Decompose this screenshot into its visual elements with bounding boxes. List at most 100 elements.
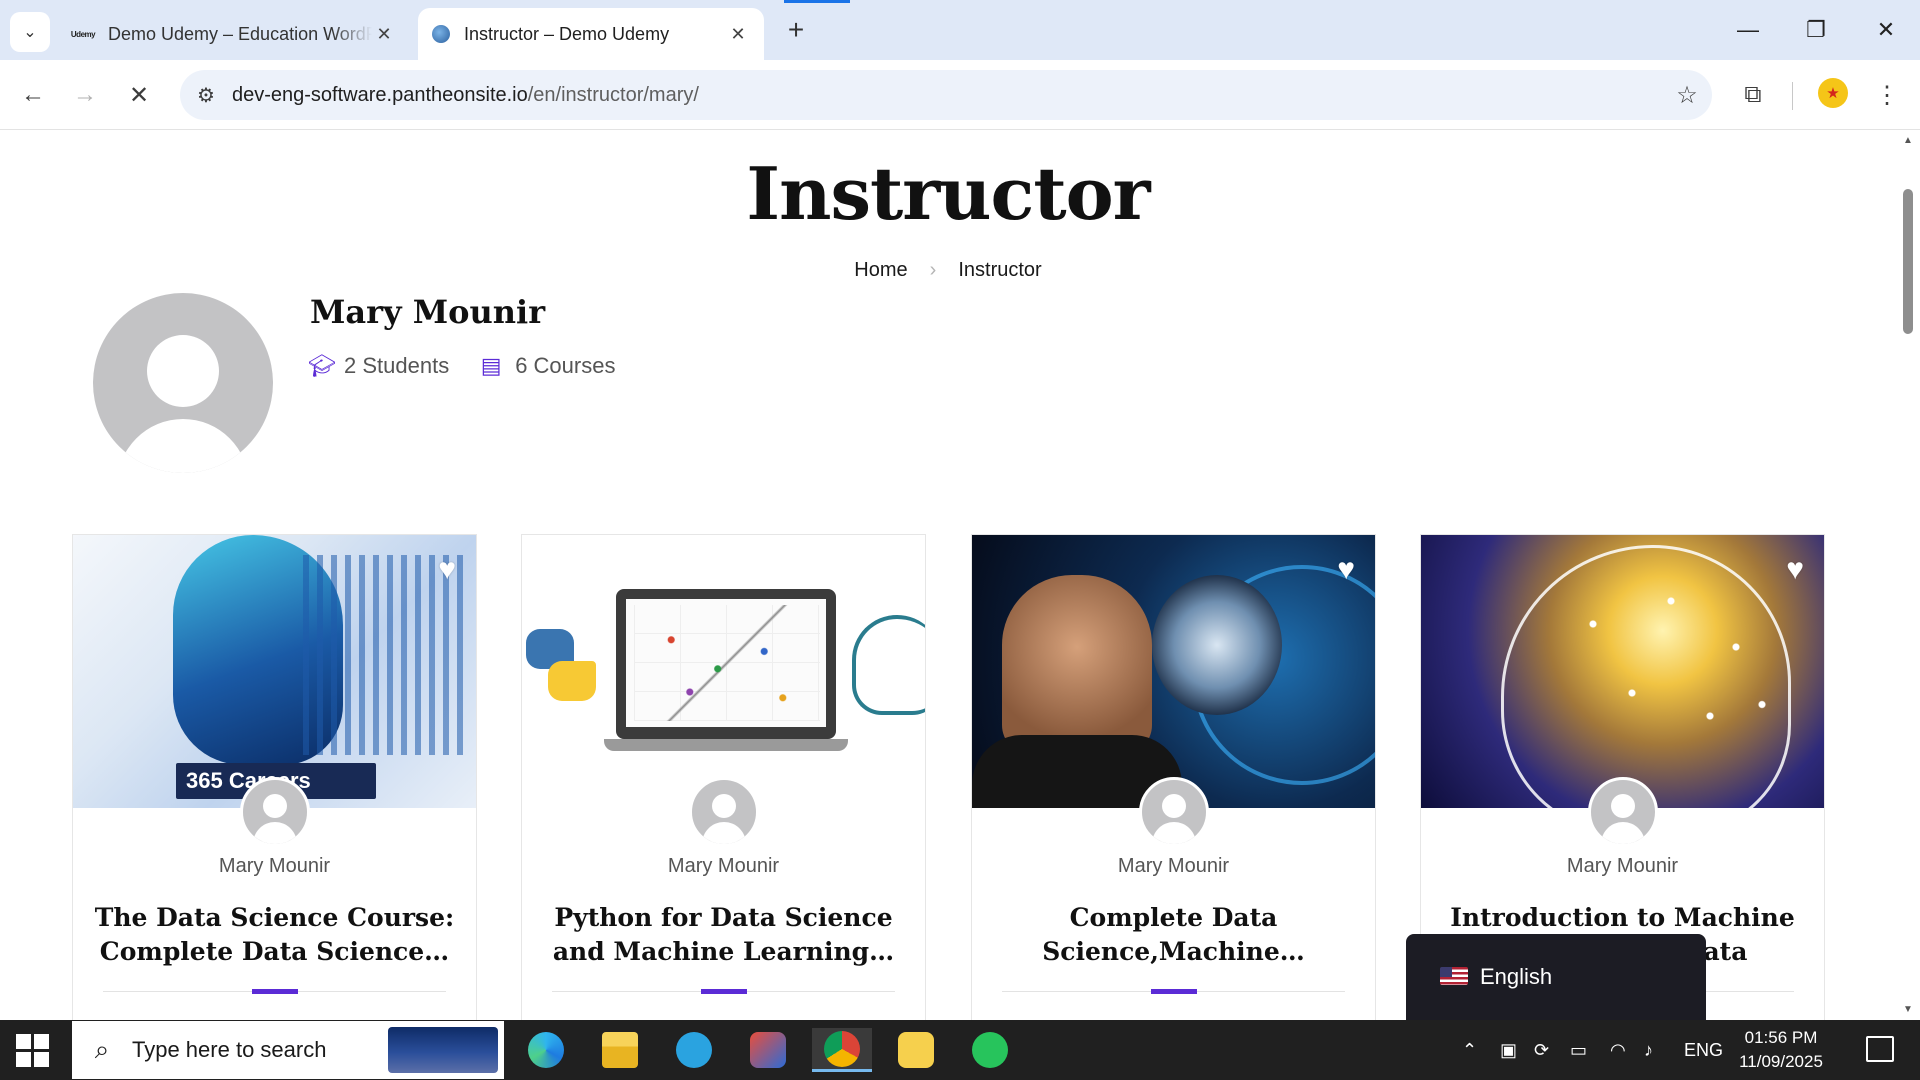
whatsapp-icon — [972, 1032, 1008, 1068]
url-text[interactable]: dev-eng-software.pantheonsite.io/en/inst… — [232, 84, 1662, 107]
update-icon[interactable]: ⟳ — [1534, 1020, 1549, 1080]
wifi-icon[interactable]: ◠ — [1610, 1020, 1626, 1080]
site-info-icon[interactable]: ⚙ — [180, 83, 232, 108]
course-author[interactable]: Mary Mounir — [1421, 855, 1824, 878]
close-tab-icon[interactable]: ✕ — [726, 24, 750, 45]
url-host: dev-eng-software.pantheonsite.io — [232, 83, 528, 106]
course-card[interactable]: 365 Careers ♥ Mary Mounir The Data Scien… — [72, 534, 477, 1020]
page-viewport: Instructor Home › Instructor Mary Mounir… — [0, 131, 1896, 1020]
avatar-shoulders — [1601, 822, 1645, 844]
course-title[interactable]: Complete Data Science,Machine… — [992, 901, 1355, 969]
scroll-down-arrow-icon[interactable]: ▼ — [1902, 1004, 1914, 1016]
notifications-icon[interactable] — [1866, 1036, 1894, 1062]
courses-stat: ▤ 6 Courses — [479, 353, 616, 379]
page-scrollbar[interactable]: ▲ ▼ — [1896, 131, 1920, 1020]
close-tab-icon[interactable]: ✕ — [372, 24, 396, 45]
students-count: 2 Students — [344, 353, 450, 378]
breadcrumb: Home › Instructor — [0, 259, 1896, 282]
taskbar-clock[interactable]: 01:56 PM 11/09/2025 — [1716, 1026, 1846, 1074]
graduation-cap-icon: 🎓︎ — [308, 353, 336, 378]
course-thumbnail[interactable]: ♥ — [972, 535, 1375, 808]
menu-button[interactable]: ⋮ — [1868, 76, 1906, 114]
tab-demo-udemy[interactable]: Udemy Demo Udemy – Education WordPress T… — [58, 8, 410, 60]
courses-count: 6 Courses — [515, 353, 616, 378]
scrollbar-thumb[interactable] — [1903, 189, 1913, 334]
taskbar-chrome[interactable] — [812, 1028, 872, 1072]
course-author[interactable]: Mary Mounir — [73, 855, 476, 878]
avatar-shoulders — [1152, 822, 1196, 844]
taskbar-edge[interactable] — [516, 1028, 576, 1072]
taskbar-telegram[interactable] — [664, 1028, 724, 1072]
address-bar[interactable]: ⚙ dev-eng-software.pantheonsite.io/en/in… — [180, 70, 1712, 120]
arrow-right-icon: → — [73, 81, 97, 108]
robot-icon — [1152, 575, 1282, 715]
windows-logo-icon — [16, 1034, 31, 1049]
taskbar-whatsapp[interactable] — [960, 1028, 1020, 1072]
course-title[interactable]: Python for Data Science and Machine Lear… — [542, 901, 905, 969]
language-label: English — [1480, 964, 1553, 989]
windows-logo-icon — [34, 1034, 49, 1049]
profile-avatar-icon[interactable]: ★ — [1818, 78, 1848, 108]
course-thumbnail[interactable] — [522, 535, 925, 808]
python-logo-icon — [548, 661, 596, 701]
author-avatar — [240, 777, 310, 847]
windows-start-button[interactable] — [14, 1032, 50, 1068]
scroll-up-arrow-icon[interactable]: ▲ — [1902, 135, 1914, 147]
volume-icon[interactable]: ♪ — [1644, 1020, 1653, 1080]
course-author[interactable]: Mary Mounir — [522, 855, 925, 878]
maximize-button[interactable]: ❐ — [1786, 10, 1846, 50]
students-stat: 🎓︎ 2 Students — [308, 353, 449, 379]
course-thumbnail[interactable]: ♥ — [1421, 535, 1824, 808]
stop-loading-button[interactable]: ✕ — [120, 76, 158, 114]
course-card[interactable]: ♥ Mary Mounir Complete Data Science,Mach… — [971, 534, 1376, 1020]
tray-chevron-up-icon[interactable]: ⌃ — [1462, 1020, 1477, 1080]
udemy-favicon-icon: Udemy — [70, 29, 96, 39]
card-accent-bar — [252, 989, 298, 994]
avatar-shoulders — [253, 822, 297, 844]
heart-icon[interactable]: ♥ — [1786, 553, 1804, 587]
forward-button[interactable]: → — [66, 76, 104, 114]
language-switcher[interactable]: English — [1406, 934, 1706, 1020]
heart-icon[interactable]: ♥ — [438, 553, 456, 587]
url-path: /en/instructor/mary/ — [527, 83, 699, 106]
clock-date: 11/09/2025 — [1739, 1052, 1823, 1071]
browser-toolbar: ← → ✕ ⚙ dev-eng-software.pantheonsite.io… — [0, 60, 1920, 130]
snipping-tool-icon — [750, 1032, 786, 1068]
meet-now-icon[interactable]: ▣ — [1500, 1020, 1517, 1080]
taskbar-snipping-tool[interactable] — [738, 1028, 798, 1072]
tab-instructor[interactable]: Instructor – Demo Udemy ✕ — [418, 8, 764, 60]
thumbnail-art — [604, 739, 848, 751]
extensions-button[interactable]: ⧉ — [1734, 76, 1772, 114]
tab-search-button[interactable]: ⌄ — [10, 12, 50, 52]
taskbar-search-box[interactable]: ⌕ Type here to search — [72, 1021, 504, 1079]
clock-time: 01:56 PM — [1744, 1028, 1818, 1047]
bookmark-star-icon[interactable]: ☆ — [1662, 81, 1712, 110]
close-window-button[interactable]: ✕ — [1856, 10, 1916, 50]
breadcrumb-home-link[interactable]: Home — [854, 259, 907, 282]
course-thumbnail[interactable]: 365 Careers ♥ — [73, 535, 476, 808]
back-button[interactable]: ← — [14, 76, 52, 114]
sticky-notes-icon — [898, 1032, 934, 1068]
telegram-icon — [676, 1032, 712, 1068]
chevron-down-icon: ⌄ — [23, 24, 37, 41]
windows-logo-icon — [16, 1052, 31, 1067]
close-icon: ✕ — [128, 81, 150, 109]
avatar-shoulders — [702, 822, 746, 844]
tab-title: Instructor – Demo Udemy — [464, 23, 670, 44]
course-author[interactable]: Mary Mounir — [972, 855, 1375, 878]
taskbar-sticky-notes[interactable] — [886, 1028, 946, 1072]
search-highlight-image — [388, 1027, 498, 1073]
more-vertical-icon: ⋮ — [1875, 81, 1899, 109]
tab-title: Demo Udemy – Education WordPress Theme — [108, 23, 372, 44]
heart-icon[interactable]: ♥ — [1337, 553, 1355, 587]
taskbar-file-explorer[interactable] — [590, 1028, 650, 1072]
battery-icon[interactable]: ▭ — [1570, 1020, 1587, 1080]
instructor-stats: 🎓︎ 2 Students ▤ 6 Courses — [308, 353, 645, 379]
minimize-button[interactable]: — — [1718, 10, 1778, 50]
new-tab-button[interactable]: + — [780, 14, 812, 46]
puzzle-icon: ⧉ — [1744, 81, 1762, 108]
course-title[interactable]: The Data Science Course: Complete Data S… — [93, 901, 456, 969]
course-card[interactable]: Mary Mounir Python for Data Science and … — [521, 534, 926, 1020]
folder-icon — [602, 1032, 638, 1068]
card-accent-bar — [701, 989, 747, 994]
